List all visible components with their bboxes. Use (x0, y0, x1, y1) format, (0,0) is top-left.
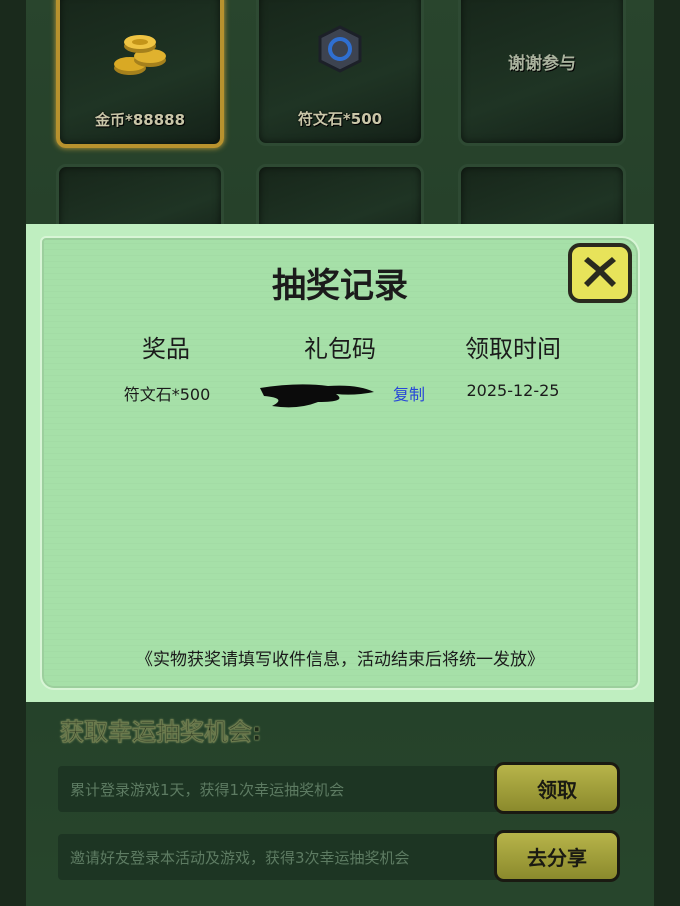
record-prize: 符文石*500 (123, 385, 211, 404)
task-text: 邀请好友登录本活动及游戏，获得3次幸运抽奖机会 (70, 848, 410, 867)
header-prize: 奖品 (142, 335, 190, 363)
record-time: 2025-12-25 (466, 381, 560, 400)
task-text: 累计登录游戏1天，获得1次幸运抽奖机会 (70, 780, 345, 799)
close-button[interactable] (568, 243, 632, 303)
task-row: 累计登录游戏1天，获得1次幸运抽奖机会 (58, 766, 558, 812)
redacted-code (258, 380, 378, 414)
gold-coins-icon (108, 24, 172, 82)
task-row: 邀请好友登录本活动及游戏，获得3次幸运抽奖机会 (58, 834, 558, 880)
close-icon (580, 253, 620, 293)
prize-cell-gold: 金币*88888 (56, 0, 224, 148)
prize-label: 金币*88888 (94, 111, 186, 129)
rune-stone-icon (314, 23, 366, 79)
prize-cell-rune: 符文石*500 (256, 0, 424, 146)
share-button[interactable]: 去分享 (494, 830, 620, 882)
prize-cell-thanks: 谢谢参与 (458, 0, 626, 146)
header-code: 礼包码 (304, 335, 376, 363)
prize-label: 符文石*500 (297, 110, 383, 128)
header-time: 领取时间 (465, 335, 561, 363)
prize-label: 谢谢参与 (508, 54, 576, 74)
claim-button[interactable]: 领取 (494, 762, 620, 814)
copy-link[interactable]: 复制 (386, 381, 432, 405)
chances-title: 获取幸运抽奖机会: (60, 718, 262, 747)
modal-footnote: 《实物获奖请填写收件信息，活动结束后将统一发放》 (136, 650, 544, 670)
